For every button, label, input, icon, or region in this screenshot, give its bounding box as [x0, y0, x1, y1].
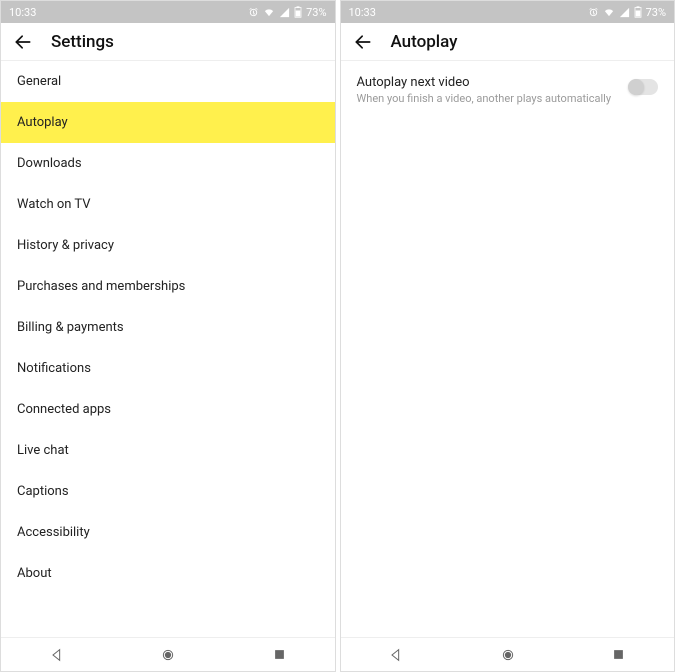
- settings-item-label: About: [17, 566, 52, 581]
- battery-icon: [634, 6, 642, 18]
- settings-item-label: Billing & payments: [17, 320, 124, 335]
- phone-autoplay: 10:33 73% Autoplay Autoplay next: [340, 0, 675, 672]
- status-bar: 10:33 73%: [341, 1, 675, 23]
- settings-item-label: Purchases and memberships: [17, 279, 185, 294]
- back-icon[interactable]: [13, 32, 33, 52]
- nav-home-icon[interactable]: [160, 647, 176, 663]
- battery-pct: 73%: [306, 6, 326, 19]
- settings-item-label: General: [17, 74, 61, 89]
- settings-item-about[interactable]: About: [1, 553, 335, 594]
- status-time: 10:33: [9, 6, 36, 19]
- status-bar: 10:33 73%: [1, 1, 335, 23]
- nav-back-icon[interactable]: [49, 647, 65, 663]
- settings-item-autoplay[interactable]: Autoplay: [1, 102, 335, 143]
- app-bar-settings: Settings: [1, 23, 335, 61]
- settings-item-billing-payments[interactable]: Billing & payments: [1, 307, 335, 348]
- autoplay-primary-label: Autoplay next video: [357, 75, 612, 90]
- wifi-icon: [603, 7, 615, 18]
- settings-item-accessibility[interactable]: Accessibility: [1, 512, 335, 553]
- nav-home-icon[interactable]: [500, 647, 516, 663]
- settings-item-purchases-and-memberships[interactable]: Purchases and memberships: [1, 266, 335, 307]
- settings-item-label: Connected apps: [17, 402, 111, 417]
- settings-item-label: Watch on TV: [17, 197, 91, 212]
- settings-item-watch-on-tv[interactable]: Watch on TV: [1, 184, 335, 225]
- signal-icon: [619, 7, 630, 18]
- alarm-icon: [248, 7, 259, 18]
- phone-settings: 10:33 73% Settings General Autoplay Downlo…: [0, 0, 336, 672]
- autoplay-secondary-label: When you finish a video, another plays a…: [357, 92, 612, 105]
- app-bar-title: Settings: [51, 32, 114, 52]
- battery-icon: [294, 6, 302, 18]
- nav-bar: [341, 637, 675, 671]
- nav-recent-icon[interactable]: [272, 647, 287, 662]
- settings-item-notifications[interactable]: Notifications: [1, 348, 335, 389]
- settings-list: General Autoplay Downloads Watch on TV Histo…: [1, 61, 335, 637]
- settings-item-label: Accessibility: [17, 525, 90, 540]
- nav-recent-icon[interactable]: [611, 647, 626, 662]
- settings-item-captions[interactable]: Captions: [1, 471, 335, 512]
- autoplay-content: Autoplay next video When you finish a vi…: [341, 61, 675, 637]
- battery-pct: 73%: [646, 6, 666, 19]
- back-icon[interactable]: [353, 32, 373, 52]
- app-bar-title: Autoplay: [391, 32, 458, 52]
- autoplay-next-video-row[interactable]: Autoplay next video When you finish a vi…: [341, 61, 675, 119]
- status-time: 10:33: [349, 6, 376, 19]
- signal-icon: [279, 7, 290, 18]
- settings-item-label: History & privacy: [17, 238, 114, 253]
- settings-item-label: Live chat: [17, 443, 69, 458]
- settings-item-label: Downloads: [17, 156, 82, 171]
- autoplay-toggle[interactable]: [628, 79, 658, 95]
- alarm-icon: [588, 7, 599, 18]
- settings-item-label: Autoplay: [17, 115, 68, 130]
- settings-item-label: Captions: [17, 484, 69, 499]
- settings-item-history-privacy[interactable]: History & privacy: [1, 225, 335, 266]
- nav-back-icon[interactable]: [388, 647, 404, 663]
- status-icons: 73%: [588, 6, 666, 19]
- settings-item-general[interactable]: General: [1, 61, 335, 102]
- settings-item-live-chat[interactable]: Live chat: [1, 430, 335, 471]
- wifi-icon: [263, 7, 275, 18]
- settings-item-label: Notifications: [17, 361, 91, 376]
- settings-item-connected-apps[interactable]: Connected apps: [1, 389, 335, 430]
- autoplay-text: Autoplay next video When you finish a vi…: [357, 75, 612, 105]
- nav-bar: [1, 637, 335, 671]
- settings-item-downloads[interactable]: Downloads: [1, 143, 335, 184]
- status-icons: 73%: [248, 6, 326, 19]
- app-bar-autoplay: Autoplay: [341, 23, 675, 61]
